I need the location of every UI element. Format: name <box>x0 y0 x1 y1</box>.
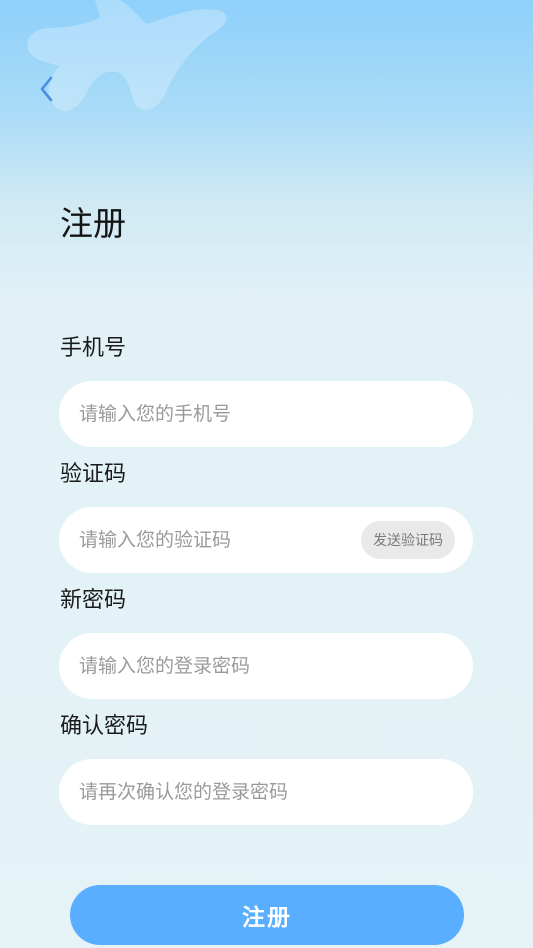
confirm-password-input[interactable] <box>79 781 455 803</box>
chevron-left-icon <box>40 76 53 102</box>
code-field: 发送验证码 <box>59 507 473 573</box>
back-button[interactable] <box>30 70 62 108</box>
code-label: 验证码 <box>60 462 127 487</box>
code-input[interactable] <box>79 529 361 551</box>
password-label: 新密码 <box>60 588 127 613</box>
confirm-password-label: 确认密码 <box>60 714 149 739</box>
confirm-password-field <box>59 759 473 825</box>
send-code-button[interactable]: 发送验证码 <box>361 521 455 559</box>
register-button[interactable]: 注册 <box>70 885 464 945</box>
phone-label: 手机号 <box>60 336 127 361</box>
phone-input[interactable] <box>79 403 455 425</box>
phone-field <box>59 381 473 447</box>
page-title: 注册 <box>60 204 126 243</box>
password-input[interactable] <box>79 655 455 677</box>
password-field <box>59 633 473 699</box>
